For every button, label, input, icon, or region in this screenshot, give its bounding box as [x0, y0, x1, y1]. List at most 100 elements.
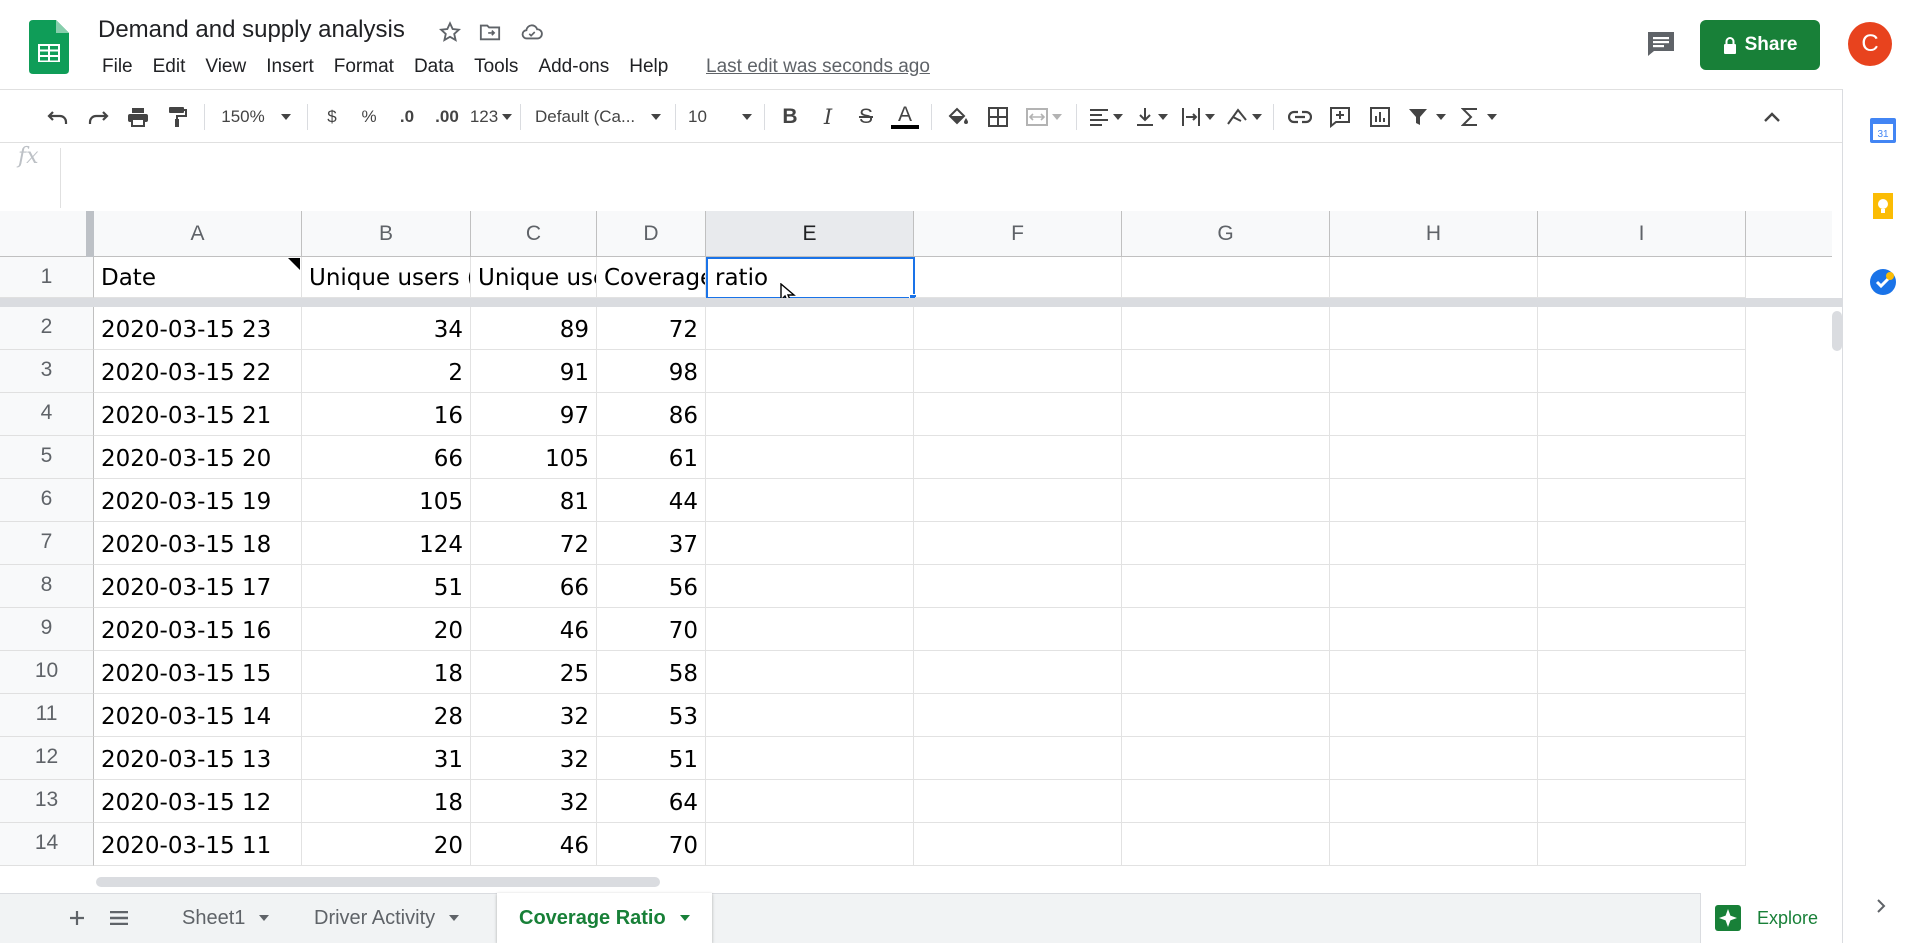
frozen-column-handle[interactable] — [86, 211, 94, 257]
frozen-row-divider[interactable] — [0, 298, 1842, 307]
empty-cell[interactable] — [1538, 823, 1746, 866]
vertical-scrollbar[interactable] — [1832, 311, 1842, 351]
undo-icon[interactable] — [38, 99, 78, 135]
empty-cell[interactable] — [914, 479, 1122, 522]
fill-color-icon[interactable] — [938, 99, 978, 135]
column-header-i[interactable]: I — [1538, 211, 1746, 257]
unique-users-b-cell[interactable]: 18 — [302, 780, 471, 823]
empty-cell[interactable] — [1122, 651, 1330, 694]
empty-cell[interactable] — [1330, 350, 1538, 393]
unique-users-c-cell[interactable]: 32 — [471, 694, 597, 737]
collapse-toolbar-icon[interactable] — [1752, 99, 1792, 135]
unique-users-b-cell[interactable]: 2 — [302, 350, 471, 393]
empty-cell[interactable] — [914, 651, 1122, 694]
sheet-tab-sheet1[interactable]: Sheet1 — [160, 893, 291, 943]
decrease-decimal-button[interactable]: .0 — [388, 99, 426, 135]
empty-cell[interactable] — [1122, 479, 1330, 522]
empty-cell[interactable] — [914, 393, 1122, 436]
empty-cell[interactable] — [706, 651, 914, 694]
empty-cell[interactable] — [914, 780, 1122, 823]
empty-cell[interactable] — [706, 307, 914, 350]
empty-cell[interactable] — [1122, 565, 1330, 608]
empty-cell[interactable] — [706, 737, 914, 780]
insert-comment-icon[interactable] — [1320, 99, 1360, 135]
menu-file[interactable]: File — [92, 56, 143, 78]
unique-users-c-cell[interactable]: 25 — [471, 651, 597, 694]
cloud-saved-icon[interactable] — [518, 18, 546, 46]
empty-cell[interactable] — [1538, 257, 1746, 298]
empty-cell[interactable] — [1538, 436, 1746, 479]
unique-users-b-cell[interactable]: 34 — [302, 307, 471, 350]
insert-link-icon[interactable] — [1280, 99, 1320, 135]
empty-cell[interactable] — [706, 350, 914, 393]
percent-format-button[interactable]: % — [350, 99, 388, 135]
unique-users-c-cell[interactable]: 97 — [471, 393, 597, 436]
menu-tools[interactable]: Tools — [464, 56, 528, 78]
menu-addons[interactable]: Add-ons — [528, 56, 619, 78]
menu-help[interactable]: Help — [619, 56, 678, 78]
coverage-cell[interactable]: 98 — [597, 350, 706, 393]
row-header-12[interactable]: 12 — [0, 737, 94, 780]
unique-users-b-cell[interactable]: 20 — [302, 823, 471, 866]
empty-cell[interactable] — [706, 393, 914, 436]
menu-view[interactable]: View — [195, 56, 256, 78]
empty-cell[interactable] — [706, 608, 914, 651]
sheet-tab-driver-activity[interactable]: Driver Activity — [292, 893, 481, 943]
empty-cell[interactable] — [1538, 651, 1746, 694]
empty-cell[interactable] — [1122, 608, 1330, 651]
empty-cell[interactable] — [1122, 694, 1330, 737]
date-cell[interactable]: 2020-03-15 18 — [94, 522, 302, 565]
empty-cell[interactable] — [1122, 436, 1330, 479]
add-sheet-icon[interactable] — [62, 903, 92, 933]
empty-cell[interactable] — [706, 780, 914, 823]
column-header-e[interactable]: E — [706, 211, 914, 257]
date-cell[interactable]: 2020-03-15 16 — [94, 608, 302, 651]
coverage-cell[interactable]: 61 — [597, 436, 706, 479]
horizontal-align-icon[interactable] — [1083, 99, 1129, 135]
unique-users-b-cell[interactable]: 28 — [302, 694, 471, 737]
document-title[interactable]: Demand and supply analysis — [98, 16, 405, 44]
filter-icon[interactable] — [1400, 99, 1454, 135]
unique-users-b-cell[interactable]: 105 — [302, 479, 471, 522]
date-cell[interactable]: 2020-03-15 23 — [94, 307, 302, 350]
date-cell[interactable]: 2020-03-15 11 — [94, 823, 302, 866]
empty-cell[interactable] — [1330, 307, 1538, 350]
column-header-a[interactable]: A — [94, 211, 302, 257]
print-icon[interactable] — [118, 99, 158, 135]
column-header-d[interactable]: D — [597, 211, 706, 257]
empty-cell[interactable] — [914, 694, 1122, 737]
unique-users-c-cell[interactable]: 89 — [471, 307, 597, 350]
coverage-cell[interactable]: 56 — [597, 565, 706, 608]
empty-cell[interactable] — [706, 479, 914, 522]
empty-cell[interactable] — [706, 436, 914, 479]
unique-users-b-cell[interactable]: 66 — [302, 436, 471, 479]
bold-button[interactable]: B — [771, 99, 809, 135]
borders-icon[interactable] — [978, 99, 1018, 135]
coverage-cell[interactable]: 86 — [597, 393, 706, 436]
row-header-3[interactable]: 3 — [0, 350, 94, 393]
empty-cell[interactable] — [1330, 522, 1538, 565]
empty-cell[interactable] — [914, 350, 1122, 393]
empty-cell[interactable] — [1122, 780, 1330, 823]
empty-cell[interactable] — [1538, 608, 1746, 651]
coverage-cell[interactable]: 70 — [597, 608, 706, 651]
date-cell[interactable]: 2020-03-15 13 — [94, 737, 302, 780]
calendar-icon[interactable]: 31 — [1868, 115, 1898, 145]
empty-cell[interactable] — [914, 522, 1122, 565]
coverage-cell[interactable]: 64 — [597, 780, 706, 823]
empty-cell[interactable] — [1122, 823, 1330, 866]
empty-cell[interactable] — [914, 737, 1122, 780]
font-select[interactable]: Default (Ca... — [527, 99, 669, 135]
column-header-h[interactable]: H — [1330, 211, 1538, 257]
column-header-c[interactable]: C — [471, 211, 597, 257]
header-cell-unique-users-b[interactable]: Unique users ( — [302, 257, 471, 298]
empty-cell[interactable] — [1330, 257, 1538, 298]
empty-cell[interactable] — [1538, 694, 1746, 737]
horizontal-scrollbar[interactable] — [96, 877, 660, 887]
tasks-icon[interactable] — [1868, 267, 1898, 297]
insert-chart-icon[interactable] — [1360, 99, 1400, 135]
empty-cell[interactable] — [1330, 694, 1538, 737]
row-header-8[interactable]: 8 — [0, 565, 94, 608]
empty-cell[interactable] — [915, 257, 1122, 298]
share-button[interactable]: Share — [1700, 20, 1820, 70]
